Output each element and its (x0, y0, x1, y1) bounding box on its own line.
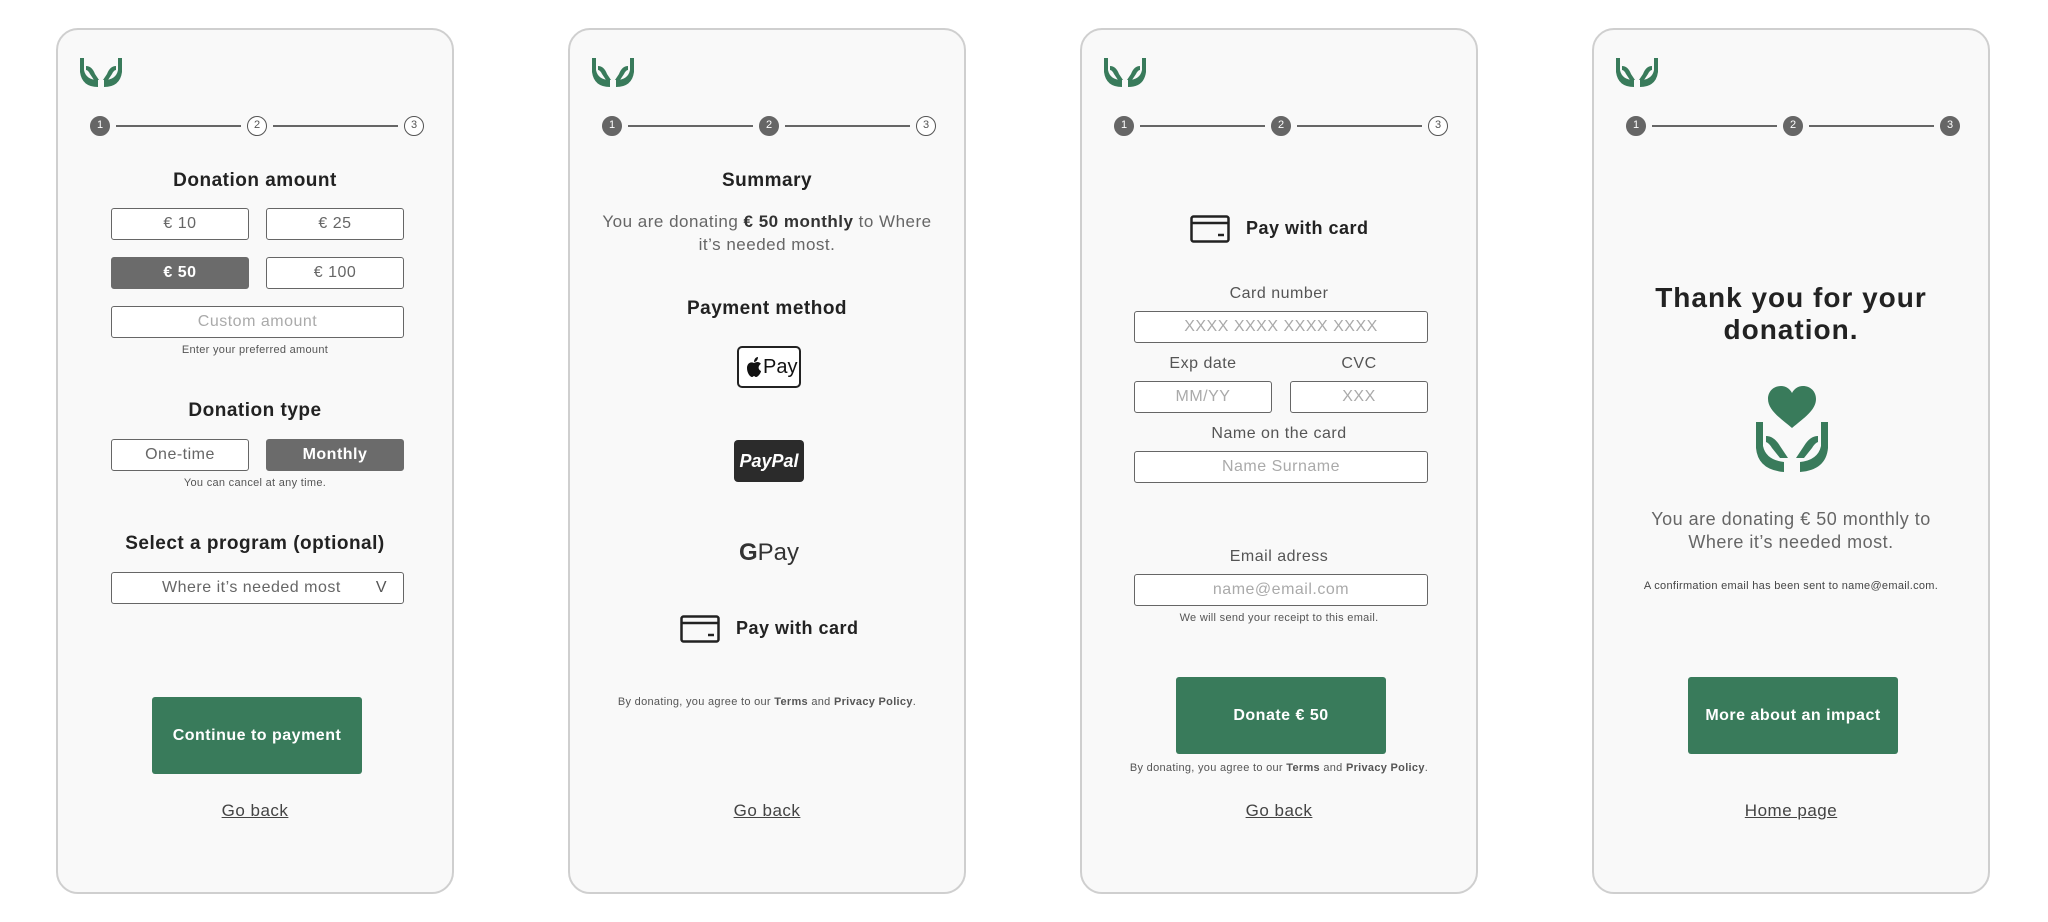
more-about-impact-button[interactable]: More about an impact (1688, 677, 1898, 754)
step-2: 2 (247, 116, 267, 136)
exp-date-label: Exp date (1169, 355, 1237, 372)
google-pay-label: Pay (757, 539, 800, 566)
payment-method-title: Payment method (686, 298, 848, 319)
custom-amount-input[interactable]: Custom amount (111, 306, 404, 338)
home-page-link[interactable]: Home page (1594, 801, 1988, 821)
hands-logo-icon (1104, 58, 1146, 87)
progress-stepper: 1 2 3 (1114, 116, 1448, 136)
apple-pay-icon (747, 357, 761, 377)
email-hint: We will send your receipt to this email. (1179, 612, 1379, 624)
email-label: Email adress (1229, 548, 1329, 565)
privacy-policy-link[interactable]: Privacy Policy (1346, 762, 1425, 774)
confirmation-text: A confirmation email has been sent to na… (1643, 580, 1939, 592)
exp-date-input[interactable]: MM/YY (1134, 381, 1272, 413)
privacy-policy-link[interactable]: Privacy Policy (834, 696, 913, 708)
terms-text: By donating, you agree to our Terms and … (1129, 762, 1429, 774)
step-3: 3 (1940, 116, 1960, 136)
chevron-down-icon: V (375, 579, 387, 596)
screen-donation-amount: 1 2 3 Donation amount € 10 € 25 € 50 € 1… (56, 28, 454, 894)
amount-option-50[interactable]: € 50 (111, 257, 249, 289)
terms-link[interactable]: Terms (1286, 762, 1320, 774)
donate-button[interactable]: Donate € 50 (1176, 677, 1386, 754)
credit-card-icon (1190, 215, 1230, 243)
step-2: 2 (759, 116, 779, 136)
donation-amount-title: Donation amount (173, 170, 337, 191)
pay-with-card-header: Pay with card (1190, 214, 1380, 244)
donation-type-hint: You can cancel at any time. (183, 477, 327, 489)
screen-pay-with-card: 1 2 3 Pay with card Card number XXXX XXX… (1080, 28, 1478, 894)
heart-hands-icon (1756, 386, 1828, 472)
card-number-input[interactable]: XXXX XXXX XXXX XXXX (1134, 311, 1428, 343)
hands-logo-icon (592, 58, 634, 87)
step-1: 1 (602, 116, 622, 136)
go-back-link[interactable]: Go back (570, 801, 964, 821)
hands-logo-icon (1616, 58, 1658, 87)
google-pay-icon: G (738, 539, 758, 566)
screen-thank-you: 1 2 3 Thank you for your donation. You a… (1592, 28, 1990, 894)
card-number-label: Card number (1229, 285, 1329, 302)
cvc-input[interactable]: XXX (1290, 381, 1428, 413)
screen-summary: 1 2 3 Summary You are donating € 50 mont… (568, 28, 966, 894)
pay-with-card-label: Pay with card (736, 618, 859, 638)
amount-option-10[interactable]: € 10 (111, 208, 249, 240)
terms-text: By donating, you agree to our Terms and … (617, 696, 917, 708)
donation-summary: You are donating € 50 monthly to Where i… (1651, 509, 1931, 552)
type-option-one-time[interactable]: One-time (111, 439, 249, 471)
name-on-card-label: Name on the card (1211, 425, 1347, 442)
summary-text: You are donating € 50 monthly to Where i… (602, 212, 932, 254)
continue-to-payment-button[interactable]: Continue to payment (152, 697, 362, 774)
pay-with-card-title: Pay with card (1246, 218, 1369, 238)
program-select-value: Where it’s needed most (162, 579, 341, 596)
apple-pay-button[interactable]: Pay (737, 346, 801, 388)
step-1: 1 (90, 116, 110, 136)
name-on-card-input[interactable]: Name Surname (1134, 451, 1428, 483)
hands-logo-icon (80, 58, 122, 87)
paypal-button[interactable]: PayPal (734, 440, 804, 482)
pay-with-card-option[interactable]: Pay with card (680, 614, 870, 644)
step-3: 3 (916, 116, 936, 136)
thank-you-title: Thank you for your donation. (1655, 282, 1927, 345)
go-back-link[interactable]: Go back (1082, 801, 1476, 821)
step-2: 2 (1271, 116, 1291, 136)
google-pay-button[interactable]: GPay (734, 536, 804, 570)
step-1: 1 (1114, 116, 1134, 136)
custom-amount-hint: Enter your preferred amount (181, 344, 329, 356)
progress-stepper: 1 2 3 (1626, 116, 1960, 136)
email-input[interactable]: name@email.com (1134, 574, 1428, 606)
go-back-link[interactable]: Go back (58, 801, 452, 821)
donation-type-title: Donation type (188, 400, 322, 421)
terms-link[interactable]: Terms (774, 696, 808, 708)
progress-stepper: 1 2 3 (602, 116, 936, 136)
type-option-monthly[interactable]: Monthly (266, 439, 404, 471)
summary-title: Summary (721, 170, 813, 191)
amount-option-100[interactable]: € 100 (266, 257, 404, 289)
progress-stepper: 1 2 3 (90, 116, 424, 136)
cvc-label: CVC (1341, 355, 1377, 372)
program-select[interactable]: Where it’s needed most V (111, 572, 404, 604)
step-1: 1 (1626, 116, 1646, 136)
credit-card-icon (680, 615, 720, 643)
step-2: 2 (1783, 116, 1803, 136)
amount-option-25[interactable]: € 25 (266, 208, 404, 240)
program-title: Select a program (optional) (125, 533, 385, 554)
step-3: 3 (404, 116, 424, 136)
apple-pay-label: Pay (763, 356, 798, 378)
step-3: 3 (1428, 116, 1448, 136)
